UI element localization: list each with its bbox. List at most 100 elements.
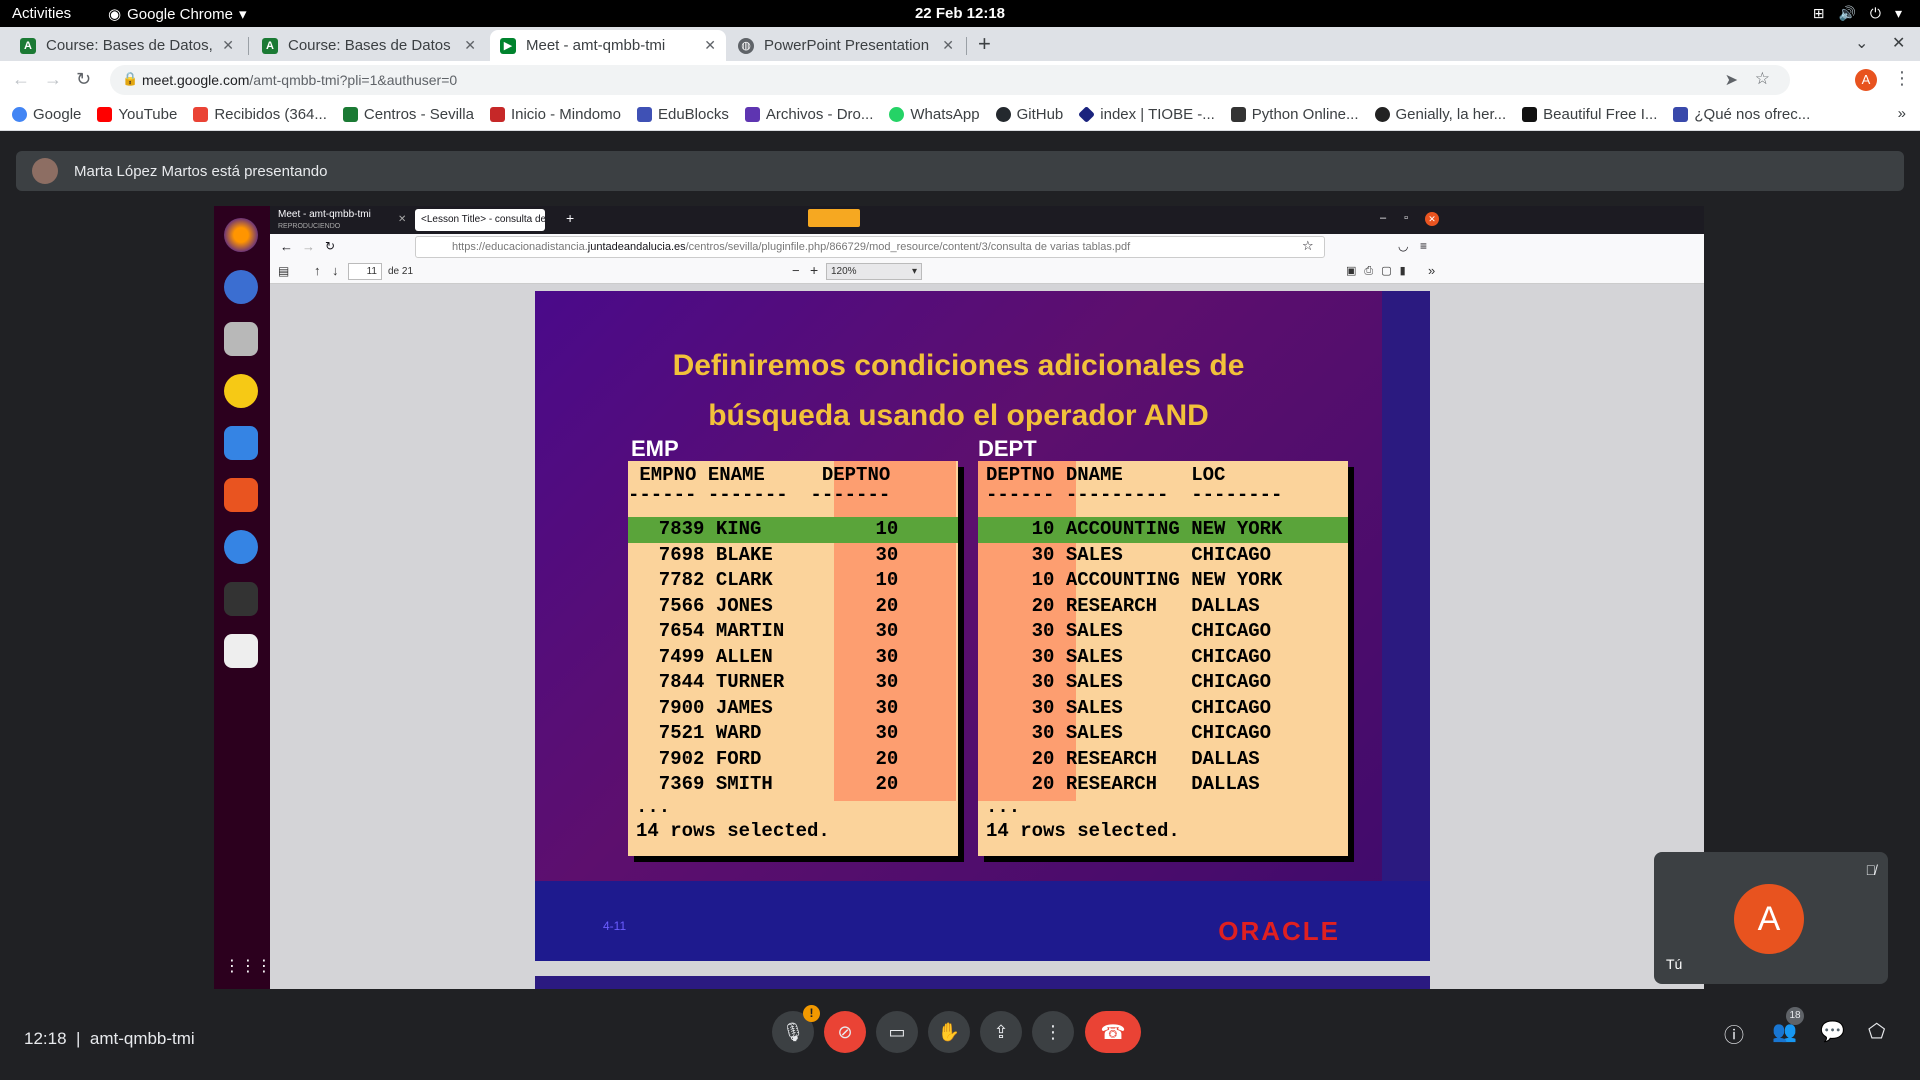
- activities-button[interactable]: ⬠: [1868, 1019, 1885, 1044]
- bookmark-youtube[interactable]: YouTube: [97, 106, 177, 123]
- shared-screen: ⋮⋮⋮ Meet - amt-qmbb-tmi REPRODUCIENDO ✕ <…: [214, 206, 1704, 1000]
- bookmark-google[interactable]: Google: [12, 106, 81, 123]
- close-window-button[interactable]: ✕: [1892, 33, 1905, 53]
- captions-button[interactable]: ▭: [876, 1011, 918, 1053]
- close-icon[interactable]: ✕: [222, 37, 234, 54]
- url-host: meet.google.com: [142, 72, 250, 88]
- table-row: 30 SALES CHICAGO: [986, 543, 1272, 566]
- sidebar-toggle-icon: ▤: [278, 264, 290, 278]
- bookmark-genially[interactable]: Genially, la her...: [1374, 106, 1506, 123]
- meet-area: Marta López Martos está presentando ⋮⋮⋮ …: [0, 131, 1920, 1080]
- tiobe-icon: [1078, 106, 1096, 123]
- zoom-in-icon: +: [810, 262, 819, 278]
- tab-meet[interactable]: ▶ Meet - amt-qmbb-tmi ✕: [490, 30, 726, 61]
- table-row: 7844 TURNER 30: [636, 671, 899, 693]
- menu-icon[interactable]: ⋮: [1893, 68, 1911, 89]
- back-button[interactable]: ←: [12, 69, 30, 90]
- bookmark-star-icon[interactable]: ☆: [1755, 69, 1770, 89]
- bookmark-label: WhatsApp: [910, 106, 980, 123]
- prev-page-icon: ↑: [314, 263, 321, 278]
- reload-button[interactable]: ↻: [76, 69, 91, 90]
- table-row: 7654 MARTIN 30: [636, 620, 899, 642]
- self-video-tile[interactable]: A 🎙̸ Tú: [1654, 852, 1888, 984]
- window-controls: –▫: [1380, 212, 1427, 224]
- send-tab-icon[interactable]: ➤: [1725, 70, 1738, 90]
- zoom-out-icon: −: [792, 263, 800, 278]
- table-row: 10 ACCOUNTING NEW YORK: [986, 569, 1283, 591]
- bookmark-label: EduBlocks: [657, 106, 729, 123]
- clock[interactable]: 22 Feb 12:18: [0, 5, 1920, 22]
- firefox-icon: [224, 218, 258, 252]
- bookmark-label: Python Online...: [1251, 106, 1359, 123]
- tab-course-2[interactable]: A Course: Bases de Datos ✕: [252, 30, 486, 61]
- google-icon: [12, 107, 27, 122]
- tab-separator: [248, 37, 249, 55]
- close-icon[interactable]: ✕: [942, 37, 954, 54]
- meeting-time: 12:18: [24, 1029, 67, 1048]
- page-number-input: 11: [348, 263, 382, 280]
- lock-icon: 🔒: [122, 71, 139, 86]
- bookmark-label: YouTube: [118, 106, 178, 123]
- bookmark-edublocks[interactable]: EduBlocks: [636, 106, 729, 123]
- bookmark-centros[interactable]: Centros - Sevilla: [342, 106, 474, 123]
- tab-course-1[interactable]: A Course: Bases de Datos, T ✕: [10, 30, 244, 61]
- bookmark-label: Centros - Sevilla: [363, 106, 474, 123]
- tab-separator: [966, 37, 967, 55]
- table-row: 30 SALES CHICAGO: [986, 645, 1272, 668]
- shared-url-host: juntadeandalucia.es: [587, 241, 686, 253]
- raise-hand-button[interactable]: ✋: [928, 1011, 970, 1053]
- bookmark-tiobe[interactable]: index | TIOBE -...: [1078, 106, 1215, 123]
- new-tab-button[interactable]: +: [978, 31, 991, 57]
- tab-title: Meet - amt-qmbb-tmi: [526, 37, 666, 54]
- more-bookmarks-icon[interactable]: »: [1898, 105, 1906, 122]
- mic-toggle-button[interactable]: 🎙!: [772, 1005, 820, 1053]
- shared-tab-2: <Lesson Title> - consulta de: [415, 209, 545, 231]
- bookmark-python[interactable]: Python Online...: [1230, 106, 1359, 123]
- address-bar[interactable]: 🔒 meet.google.com/amt-qmbb-tmi?pli=1&aut…: [110, 65, 1790, 95]
- bookmark-whatsapp[interactable]: WhatsApp: [889, 106, 980, 123]
- files-icon: [224, 322, 258, 356]
- self-name: Tú: [1666, 956, 1683, 972]
- dept-label: DEPT: [978, 436, 1037, 461]
- tab-powerpoint[interactable]: ◍ PowerPoint Presentation ✕: [728, 30, 964, 61]
- camera-toggle-button[interactable]: ⊘: [824, 1011, 866, 1053]
- dept-table: DEPTNO DNAME LOC ------ --------- ------…: [978, 461, 1348, 856]
- more-tools-icon: »: [1428, 263, 1436, 278]
- bookmark-dropbox[interactable]: Archivos - Dro...: [744, 106, 873, 123]
- tab-search-button[interactable]: ⌄: [1855, 33, 1868, 53]
- people-button[interactable]: 👥 18: [1772, 1007, 1804, 1044]
- dept-ellipsis: ...: [986, 796, 1021, 818]
- archive-icon: [744, 107, 760, 122]
- menu-icon: ≡: [1420, 239, 1428, 253]
- bookmark-label: Beautiful Free I...: [1543, 106, 1658, 123]
- present-button[interactable]: ⇪: [980, 1011, 1022, 1053]
- next-page-icon: ↓: [332, 263, 339, 278]
- forward-button[interactable]: →: [44, 69, 62, 90]
- chat-button[interactable]: 💬: [1820, 1019, 1845, 1044]
- emp-rows-selected: 14 rows selected.: [636, 820, 830, 842]
- leave-call-button[interactable]: ☎: [1085, 1011, 1141, 1053]
- bookmark-gmail[interactable]: Recibidos (364...: [193, 106, 327, 123]
- bookmark-que-nos[interactable]: ¿Qué nos ofrec...: [1673, 106, 1810, 123]
- meeting-details-button[interactable]: ⓘ: [1724, 1019, 1744, 1048]
- mic-off-icon: 🎙: [781, 1021, 805, 1042]
- close-icon[interactable]: ✕: [464, 37, 476, 54]
- genially-icon: [1374, 107, 1390, 122]
- bookmark-beautiful[interactable]: Beautiful Free I...: [1522, 106, 1657, 123]
- bookmark-github[interactable]: GitHub: [995, 106, 1064, 123]
- bookmark-label: GitHub: [1016, 106, 1064, 123]
- python-icon: [1230, 107, 1246, 122]
- screen-share-indicator: [808, 209, 860, 227]
- more-options-button[interactable]: ⋮: [1032, 1011, 1074, 1053]
- gmail-icon: [193, 107, 209, 122]
- bookmark-mindomo[interactable]: Inicio - Mindomo: [489, 106, 621, 123]
- chat-icon: 💬: [1820, 1021, 1845, 1043]
- profile-avatar[interactable]: A: [1855, 69, 1877, 91]
- close-icon[interactable]: ✕: [704, 37, 716, 54]
- reload-icon: ↻: [325, 239, 336, 253]
- system-tray[interactable]: ⊞ 🔊 ⏻ ▾: [1813, 5, 1902, 22]
- meeting-code: amt-qmbb-tmi: [89, 1029, 195, 1048]
- table-row: 7499 ALLEN 30: [636, 645, 899, 668]
- shared-browser: Meet - amt-qmbb-tmi REPRODUCIENDO ✕ <Less…: [270, 206, 1704, 1000]
- table-row: 7521 WARD 30: [636, 722, 899, 744]
